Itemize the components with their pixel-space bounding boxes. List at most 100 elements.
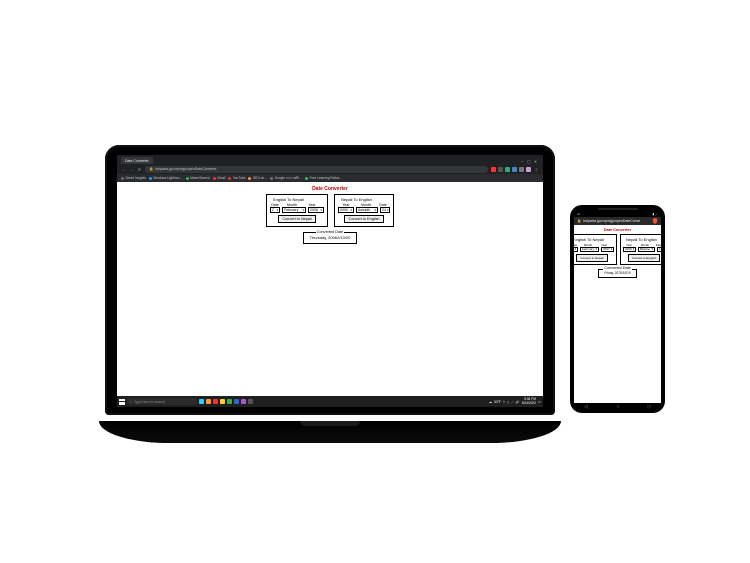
weather-icon[interactable]: ☁ [489, 400, 492, 404]
bookmark-item[interactable]: MearnStarred [186, 176, 210, 180]
nav-recent-icon[interactable]: □ [648, 404, 651, 410]
brave-icon[interactable] [652, 218, 658, 224]
nav-home-icon[interactable]: ○ [616, 404, 619, 410]
laptop-hinge [300, 421, 360, 426]
english-to-nepali-group: English To Nepali Date Month Year 2▾ Feb… [574, 234, 617, 265]
group-legend: Nepali To English [625, 237, 658, 242]
taskbar-app-icon[interactable] [227, 399, 232, 404]
result-group: Converted Date Thursday, 20062/10/20 [303, 232, 358, 244]
bookmark-item[interactable]: YouTube [228, 176, 245, 180]
extension-icon[interactable] [512, 167, 517, 172]
phone-nav-bar: ◁ ○ □ [570, 404, 665, 410]
phone-device: ••• ▮ ⋰ 🔒 bolpatra.gov.np/egp/openDateCo… [570, 205, 665, 413]
search-placeholder: Type here to search [134, 400, 165, 404]
convert-to-english-button[interactable]: Convert to English [628, 254, 661, 262]
status-left: ••• [577, 212, 580, 216]
chevron-down-icon: ▾ [374, 208, 376, 212]
chevron-down-icon: ▾ [387, 208, 389, 212]
convert-to-nepali-button[interactable]: Convert to Nepali [576, 254, 607, 262]
nav-back-icon[interactable]: ◁ [584, 404, 588, 410]
taskbar-app-icon[interactable] [213, 399, 218, 404]
group-legend: English To Nepali [272, 197, 305, 202]
bookmark-item[interactable]: Free Learning Pathw… [305, 176, 342, 180]
chevron-down-icon: ▾ [276, 208, 278, 212]
clock[interactable]: 5:35 PM 5/24/2022 [522, 398, 536, 404]
select-year[interactable]: 2007▾ [601, 247, 614, 252]
menu-icon[interactable]: ≡ [534, 167, 539, 172]
taskbar-app-icon[interactable] [206, 399, 211, 404]
laptop-frame: Date Converter ─ ▢ ✕ ← → ⟳ 🔒 bolpatra.go… [105, 145, 555, 415]
result-value: Friday, 2075/10/19 [603, 271, 632, 275]
result-group: Converted Date Friday, 2075/10/19 [598, 269, 637, 279]
taskbar-search[interactable]: ⌕Type here to search [127, 398, 197, 405]
volume-icon[interactable]: 🔊 [516, 400, 520, 404]
page-title: Date Converter [312, 186, 348, 192]
laptop-base [99, 421, 561, 443]
wifi-icon[interactable]: ⋰ [511, 400, 514, 404]
taskbar-app-icon[interactable] [241, 399, 246, 404]
page-content: Date Converter English To Nepali Date Mo… [117, 182, 543, 396]
bookmark-item[interactable]: Google २०१० लागि… [270, 176, 302, 180]
search-icon: ⌕ [130, 400, 132, 404]
bookmark-item[interactable]: Smart Insights [121, 176, 146, 180]
phone-speaker [598, 208, 638, 210]
chevron-down-icon: ▾ [633, 247, 635, 251]
start-icon[interactable] [119, 399, 125, 405]
select-month[interactable]: Bhadra▾ [638, 247, 655, 252]
phone-frame: ••• ▮ ⋰ 🔒 bolpatra.gov.np/egp/openDateCo… [570, 205, 665, 413]
bookmark-item[interactable]: Windows Lighthou… [149, 176, 183, 180]
result-value: Thursday, 20062/10/20 [310, 235, 351, 240]
bookmark-item[interactable]: SEO.uk… [248, 176, 267, 180]
chevron-down-icon: ▾ [575, 247, 577, 251]
address-bar[interactable]: 🔒 bolpatra.gov.np/egp/openDateConverte [145, 166, 488, 173]
laptop-viewport: Date Converter ─ ▢ ✕ ← → ⟳ 🔒 bolpatra.go… [117, 155, 543, 407]
profile-icon[interactable] [526, 167, 531, 172]
bookmarks-bar: Smart Insights Windows Lighthou… MearnSt… [117, 174, 543, 182]
tab-title: Date Converter [125, 159, 149, 163]
converter-row: English To Nepali Date Month Year 2▾ Feb… [574, 234, 661, 265]
chevron-down-icon: ▾ [595, 247, 597, 251]
browser-tab[interactable]: Date Converter [121, 157, 153, 164]
chevron-down-icon: ▾ [320, 208, 322, 212]
select-year[interactable]: 2000▾ [623, 247, 636, 252]
lock-icon: 🔒 [149, 167, 153, 171]
status-right: ▮ ⋰ [653, 212, 658, 216]
chevron-down-icon: ▾ [611, 247, 613, 251]
extension-icons [491, 167, 531, 172]
taskbar-app-icon[interactable] [199, 399, 204, 404]
taskbar-pinned [199, 399, 253, 404]
result-legend: Converted Date [316, 230, 345, 234]
convert-to-english-button[interactable]: Convert to English [344, 215, 383, 223]
chevron-down-icon: ▾ [350, 208, 352, 212]
tab-bar: Date Converter ─ ▢ ✕ [117, 155, 543, 164]
phone-viewport: ••• ▮ ⋰ 🔒 bolpatra.gov.np/egp/openDateCo… [574, 211, 661, 403]
forward-icon[interactable]: → [129, 167, 134, 172]
extension-icon[interactable] [519, 167, 524, 172]
tray-icon[interactable]: ▯ [507, 400, 509, 404]
browser-chrome: Date Converter ─ ▢ ✕ ← → ⟳ 🔒 bolpatra.go… [117, 155, 543, 182]
extension-icon[interactable] [505, 167, 510, 172]
lock-icon: 🔒 [577, 219, 581, 223]
reload-icon[interactable]: ⟳ [137, 167, 142, 172]
windows-taskbar: ⌕Type here to search ☁ 63°F ˄ ▯ [117, 396, 543, 407]
taskbar-app-icon[interactable] [234, 399, 239, 404]
nepali-to-english-group: Nepali To English Year Month Date 2000▾ … [620, 234, 661, 265]
converter-row: English To Nepali Date Month Year 2▾ Feb… [266, 194, 394, 227]
taskbar-app-icon[interactable] [248, 399, 253, 404]
nepali-to-english-group: Nepali To English Year Month Date 2000▾ … [334, 194, 394, 227]
shield-icon[interactable] [491, 167, 496, 172]
select-date[interactable]: 12▾ [657, 247, 661, 252]
bookmark-item[interactable]: Gmail [213, 176, 226, 180]
notification-icon[interactable]: ▭ [538, 400, 541, 404]
group-legend: English To Nepali [574, 237, 605, 242]
back-icon[interactable]: ← [121, 167, 126, 172]
extension-icon[interactable] [498, 167, 503, 172]
select-month[interactable]: February▾ [580, 247, 599, 252]
taskbar-app-icon[interactable] [220, 399, 225, 404]
chevron-down-icon: ▾ [302, 208, 304, 212]
chevron-up-icon[interactable]: ˄ [503, 400, 505, 404]
chevron-down-icon: ▾ [651, 247, 653, 251]
phone-address-bar[interactable]: 🔒 bolpatra.gov.np/egp/openDateConve [574, 217, 661, 225]
select-date[interactable]: 2▾ [574, 247, 578, 252]
convert-to-nepali-button[interactable]: Convert to Nepali [278, 215, 315, 223]
